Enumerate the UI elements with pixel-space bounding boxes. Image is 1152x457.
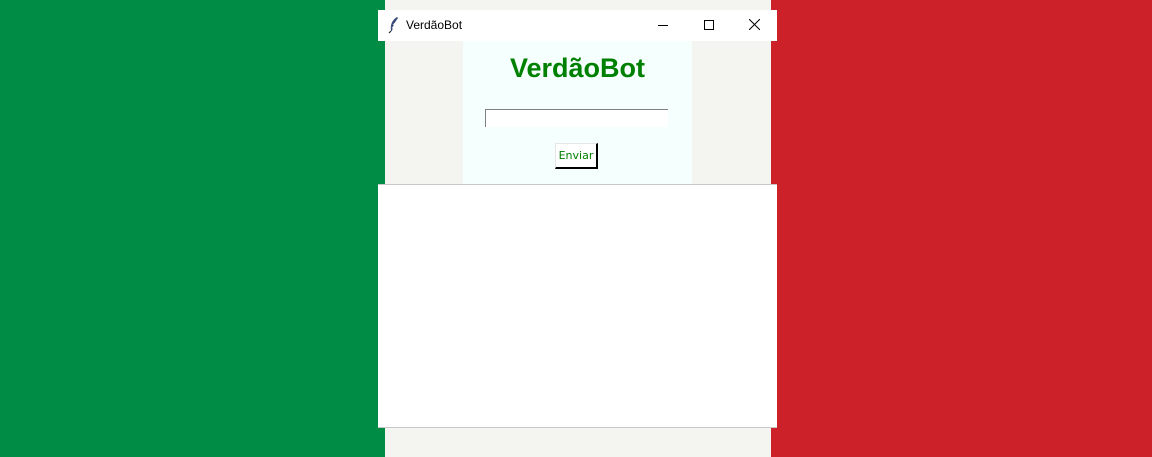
window-title: VerdãoBot bbox=[406, 18, 463, 32]
maximize-icon bbox=[704, 17, 714, 35]
title-bar[interactable]: VerdãoBot bbox=[378, 10, 777, 41]
close-button[interactable] bbox=[731, 10, 777, 41]
message-input[interactable] bbox=[485, 109, 668, 127]
close-icon bbox=[748, 17, 760, 35]
minimize-button[interactable] bbox=[640, 10, 686, 41]
flag-red-stripe bbox=[771, 0, 1152, 457]
chat-output-area[interactable] bbox=[378, 184, 777, 428]
app-window: VerdãoBot VerdãoBot Enviar bbox=[378, 10, 777, 428]
maximize-button[interactable] bbox=[686, 10, 732, 41]
feather-icon bbox=[386, 16, 402, 34]
desktop: VerdãoBot VerdãoBot Enviar bbox=[0, 0, 1152, 457]
header-panel: VerdãoBot Enviar bbox=[463, 41, 692, 184]
app-title: VerdãoBot bbox=[509, 53, 646, 83]
send-button[interactable]: Enviar bbox=[555, 143, 598, 169]
flag-green-stripe bbox=[0, 0, 385, 457]
window-client-area: VerdãoBot Enviar bbox=[378, 41, 777, 428]
minimize-icon bbox=[658, 17, 668, 35]
